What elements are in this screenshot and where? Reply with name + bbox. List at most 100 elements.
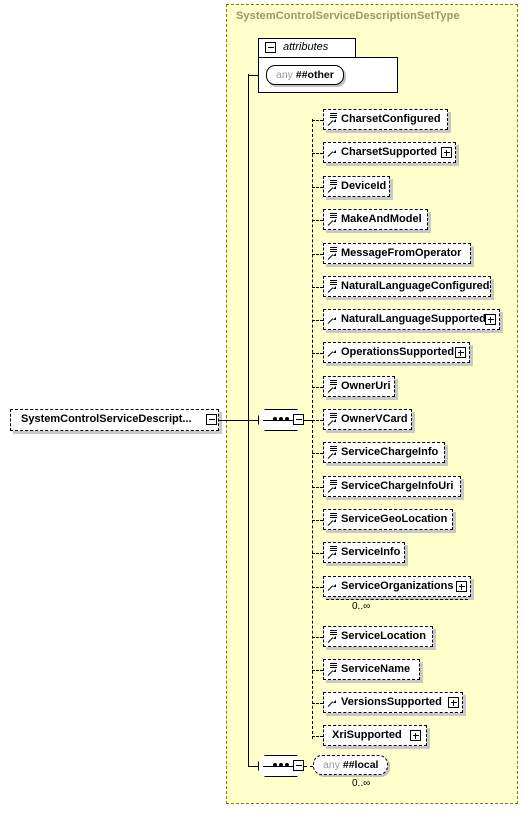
attribute-wildcard-any-other[interactable]: any ##other [266,65,344,85]
sequence-dot-3 [285,763,289,767]
element-box[interactable]: OwnerVCard [323,409,412,430]
connector-stub [312,519,323,521]
element-box[interactable]: VersionsSupported [323,692,463,713]
connector-to-trailing-sequence [248,765,258,767]
sequence-dot-2 [279,417,283,421]
element-wildcard-any-local[interactable]: any ##local [313,755,389,775]
arrow-icon [327,145,339,161]
element-label: CharsetSupported [341,146,437,158]
element-box[interactable]: ServiceGeoLocation [323,509,453,530]
element-box[interactable]: ServiceOrganizations [323,576,471,600]
element-box[interactable]: NaturalLanguageSupported [323,309,500,330]
connector-to-main-sequence [248,419,258,421]
element-label: ServiceChargeInfoUri [341,480,454,492]
element-box[interactable]: MakeAndModel [323,209,428,230]
element-icon [327,662,339,678]
element-label: NaturalLanguageSupported [341,313,486,325]
connector-stub [312,586,323,588]
main-sequence-collapse-minus-icon[interactable] [293,414,304,425]
element-label: ServiceChargeInfo [341,446,439,458]
connector-stub [312,152,323,154]
connector-stub [312,319,323,321]
element-icon [327,179,339,195]
root-collapse-minus-icon[interactable] [206,414,217,425]
element-box[interactable]: ServiceName [323,659,420,680]
connector-stub [312,186,323,188]
element-icon [327,479,339,495]
element-icon [327,279,339,295]
element-icon [327,629,339,645]
connector-stub [312,486,323,488]
connector-stub [312,552,323,554]
element-expand-plus-icon[interactable] [456,581,467,592]
any-keyword-label: any [323,759,340,771]
element-label: ServiceGeoLocation [341,513,448,525]
element-expand-plus-icon[interactable] [448,697,459,708]
element-box[interactable]: ServiceInfo [323,542,405,563]
sequence-dot-2 [279,763,283,767]
element-icon [327,112,339,128]
element-label: NaturalLanguageConfigured [341,280,490,292]
any-namespace-label: ##other [295,69,334,81]
element-label: OwnerVCard [341,413,408,425]
connector-stub [312,452,323,454]
element-box[interactable]: MessageFromOperator [323,243,471,264]
element-icon [327,379,339,395]
element-box[interactable]: ServiceChargeInfoUri [323,476,461,497]
connector-root-to-sequence [218,419,248,421]
arrow-icon [327,695,339,711]
element-icon [327,512,339,528]
connector-stub [312,119,323,121]
element-box[interactable]: XriSupported [323,725,427,746]
element-box[interactable]: OwnerUri [323,376,395,397]
element-label: DeviceId [341,180,387,192]
root-element-box[interactable]: SystemControlServiceDescript... [10,409,219,431]
element-label: ServiceLocation [341,630,426,642]
element-label: MakeAndModel [341,213,422,225]
arrow-icon [327,579,339,595]
element-box[interactable]: ServiceLocation [323,626,433,647]
element-box[interactable]: NaturalLanguageConfigured [323,276,491,297]
attributes-label: attributes [283,41,329,53]
sequence-dot-3 [285,417,289,421]
connector-trunk-lower [248,419,249,766]
element-label: ServiceName [341,663,411,675]
schema-diagram-canvas: SystemControlServiceDescriptionSetType S… [0,0,523,815]
element-expand-plus-icon[interactable] [441,147,452,158]
element-expand-plus-icon[interactable] [455,347,466,358]
element-expand-plus-icon[interactable] [485,314,496,325]
attributes-collapse-minus-icon[interactable] [265,42,276,53]
connector-stub [312,702,323,704]
element-box[interactable]: CharsetSupported [323,142,456,163]
connector-stub [312,669,323,671]
any-namespace-label: ##local [342,759,379,771]
element-icon [327,545,339,561]
connector-sequence-to-children [304,419,312,421]
element-icon [327,246,339,262]
element-box[interactable]: DeviceId [323,176,390,197]
element-label: ServiceOrganizations [341,580,454,592]
connector-stub [312,386,323,388]
arrow-icon [327,345,339,361]
element-label: XriSupported [332,729,402,741]
element-occurrence-label: 0..∞ [352,601,371,612]
element-expand-plus-icon[interactable] [410,730,421,741]
connector-trunk-upper [248,74,249,420]
element-box[interactable]: ServiceChargeInfo [323,442,445,463]
element-label: CharsetConfigured [341,113,441,125]
arrow-icon [327,312,339,328]
element-icon [327,212,339,228]
element-box[interactable]: CharsetConfigured [323,109,448,130]
trailing-sequence-collapse-minus-icon[interactable] [293,760,304,771]
connector-stub [312,286,323,288]
element-label: ServiceInfo [341,546,401,558]
element-label: VersionsSupported [341,696,442,708]
element-icon [327,412,339,428]
connector-stub [312,219,323,221]
element-label: OperationsSupported [341,346,455,358]
sequence-dot-1 [273,417,277,421]
connector-children-spine [312,119,313,739]
element-box[interactable]: OperationsSupported [323,342,470,363]
element-icon [327,445,339,461]
wildcard-occurrence-label: 0..∞ [352,778,371,789]
